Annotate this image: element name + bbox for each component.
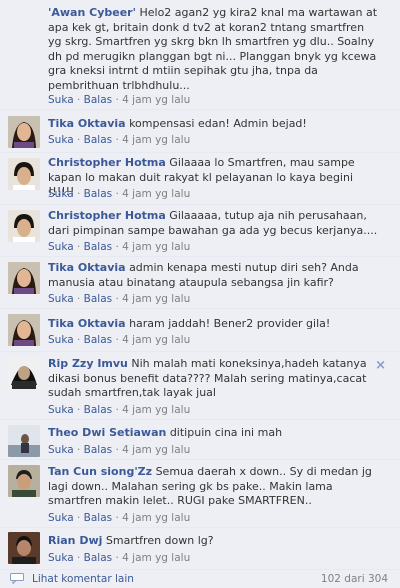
comment-author[interactable]: Tika Oktavia bbox=[48, 261, 126, 274]
comment-item: Christopher Hotma Gilaaaaa, tutup aja ni… bbox=[0, 205, 400, 257]
avatar[interactable] bbox=[8, 425, 40, 457]
comment-author[interactable]: 'Awan Cybeer' bbox=[48, 6, 136, 19]
comment-item: Tika Oktavia haram jaddah! Bener2 provid… bbox=[0, 309, 400, 352]
comment-text: ditipuin cina ini mah bbox=[169, 426, 283, 439]
close-icon[interactable]: × bbox=[375, 358, 386, 373]
comment-author[interactable]: Theo Dwi Setiawan bbox=[48, 426, 166, 439]
reply-link[interactable]: Balas bbox=[84, 241, 112, 253]
comment-author[interactable]: Christopher Hotma bbox=[48, 156, 166, 169]
comment-body: Tika Oktavia kompensasi edan! Admin beja… bbox=[48, 117, 378, 132]
speech-bubble-icon bbox=[10, 573, 24, 585]
comment-time[interactable]: 4 jam yg lalu bbox=[122, 94, 190, 106]
comment-meta: Suka · Balas · 4 jam yg lalu bbox=[48, 293, 191, 305]
reply-link[interactable]: Balas bbox=[84, 404, 112, 416]
avatar[interactable] bbox=[8, 357, 40, 389]
comment-body: Theo Dwi Setiawan ditipuin cina ini mah bbox=[48, 426, 378, 441]
comment-item: Rian Dwj Smartfren down lg? Suka · Balas… bbox=[0, 528, 400, 570]
comment-time[interactable]: 4 jam yg lalu bbox=[122, 241, 190, 253]
comments-footer: Lihat komentar lain 102 dari 304 bbox=[0, 570, 400, 588]
comment-text: haram jaddah! Bener2 provider gila! bbox=[129, 317, 331, 330]
like-link[interactable]: Suka bbox=[48, 512, 74, 524]
comment-meta: Suka · Balas · 4 jam yg lalu bbox=[48, 334, 191, 346]
like-link[interactable]: Suka bbox=[48, 444, 74, 456]
comment-text: kompensasi edan! Admin bejad! bbox=[129, 117, 307, 130]
comment-meta: Suka · Balas · 4 jam yg lalu bbox=[48, 444, 191, 456]
comment-meta: Suka · Balas · 4 jam yg lalu bbox=[48, 188, 191, 200]
comment-author[interactable]: Rian Dwj bbox=[48, 534, 102, 547]
comment-author[interactable]: Tika Oktavia bbox=[48, 317, 126, 330]
comment-time[interactable]: 4 jam yg lalu bbox=[122, 334, 190, 346]
like-link[interactable]: Suka bbox=[48, 334, 74, 346]
avatar[interactable] bbox=[8, 262, 40, 294]
comment-meta: Suka · Balas · 4 jam yg lalu bbox=[48, 94, 191, 106]
reply-link[interactable]: Balas bbox=[84, 134, 112, 146]
avatar[interactable] bbox=[8, 158, 40, 190]
comment-body: Rip Zzy Imvu Nih malah mati koneksinya,h… bbox=[48, 357, 378, 401]
comment-meta: Suka · Balas · 4 jam yg lalu bbox=[48, 404, 191, 416]
avatar[interactable] bbox=[8, 314, 40, 346]
comment-author[interactable]: Tan Cun siong'Zz bbox=[48, 465, 152, 478]
reply-link[interactable]: Balas bbox=[84, 512, 112, 524]
view-more-comments-link[interactable]: Lihat komentar lain bbox=[32, 573, 134, 585]
comment-time[interactable]: 4 jam yg lalu bbox=[122, 512, 190, 524]
comment-time[interactable]: 4 jam yg lalu bbox=[122, 404, 190, 416]
comment-time[interactable]: 4 jam yg lalu bbox=[122, 552, 190, 564]
comment-body: Christopher Hotma Gilaaaaa, tutup aja ni… bbox=[48, 209, 378, 238]
avatar[interactable] bbox=[8, 210, 40, 242]
comment-meta: Suka · Balas · 4 jam yg lalu bbox=[48, 241, 191, 253]
reply-link[interactable]: Balas bbox=[84, 188, 112, 200]
comment-body: Tika Oktavia haram jaddah! Bener2 provid… bbox=[48, 317, 378, 332]
avatar[interactable] bbox=[8, 532, 40, 564]
comment-meta: Suka · Balas · 4 jam yg lalu bbox=[48, 552, 191, 564]
reply-link[interactable]: Balas bbox=[84, 552, 112, 564]
comment-body: Tika Oktavia admin kenapa mesti nutup di… bbox=[48, 261, 378, 290]
reply-link[interactable]: Balas bbox=[84, 334, 112, 346]
comment-item: Theo Dwi Setiawan ditipuin cina ini mah … bbox=[0, 420, 400, 460]
like-link[interactable]: Suka bbox=[48, 134, 74, 146]
comment-item: Tan Cun siong'Zz Semua daerah x down.. S… bbox=[0, 460, 400, 528]
reply-link[interactable]: Balas bbox=[84, 444, 112, 456]
comment-text: Smartfren down lg? bbox=[105, 534, 214, 547]
comment-time[interactable]: 4 jam yg lalu bbox=[122, 188, 190, 200]
like-link[interactable]: Suka bbox=[48, 241, 74, 253]
comment-body: 'Awan Cybeer' Helo2 agan2 yg kira2 knal … bbox=[48, 6, 378, 93]
like-link[interactable]: Suka bbox=[48, 188, 74, 200]
comment-item: Tika Oktavia admin kenapa mesti nutup di… bbox=[0, 257, 400, 309]
avatar[interactable] bbox=[8, 465, 40, 497]
comment-time[interactable]: 4 jam yg lalu bbox=[122, 134, 190, 146]
comment-time[interactable]: 4 jam yg lalu bbox=[122, 444, 190, 456]
comment-item: Tika Oktavia kompensasi edan! Admin beja… bbox=[0, 110, 400, 153]
comment-time[interactable]: 4 jam yg lalu bbox=[122, 293, 190, 305]
comment-meta: Suka · Balas · 4 jam yg lalu bbox=[48, 512, 191, 524]
like-link[interactable]: Suka bbox=[48, 293, 74, 305]
comment-item: Rip Zzy Imvu Nih malah mati koneksinya,h… bbox=[0, 352, 400, 420]
reply-link[interactable]: Balas bbox=[84, 293, 112, 305]
comment-meta: Suka · Balas · 4 jam yg lalu bbox=[48, 134, 191, 146]
comment-body: Rian Dwj Smartfren down lg? bbox=[48, 534, 378, 549]
comment-count: 102 dari 304 bbox=[320, 573, 388, 585]
like-link[interactable]: Suka bbox=[48, 552, 74, 564]
like-link[interactable]: Suka bbox=[48, 404, 74, 416]
avatar[interactable] bbox=[8, 116, 40, 148]
comment-item: Christopher Hotma Gilaaaa lo Smartfren, … bbox=[0, 153, 400, 205]
comment-body: Tan Cun siong'Zz Semua daerah x down.. S… bbox=[48, 465, 378, 509]
reply-link[interactable]: Balas bbox=[84, 94, 112, 106]
comment-author[interactable]: Rip Zzy Imvu bbox=[48, 357, 128, 370]
comment-item: 'Awan Cybeer' Helo2 agan2 yg kira2 knal … bbox=[0, 0, 400, 110]
comment-author[interactable]: Tika Oktavia bbox=[48, 117, 126, 130]
like-link[interactable]: Suka bbox=[48, 94, 74, 106]
comment-author[interactable]: Christopher Hotma bbox=[48, 209, 166, 222]
